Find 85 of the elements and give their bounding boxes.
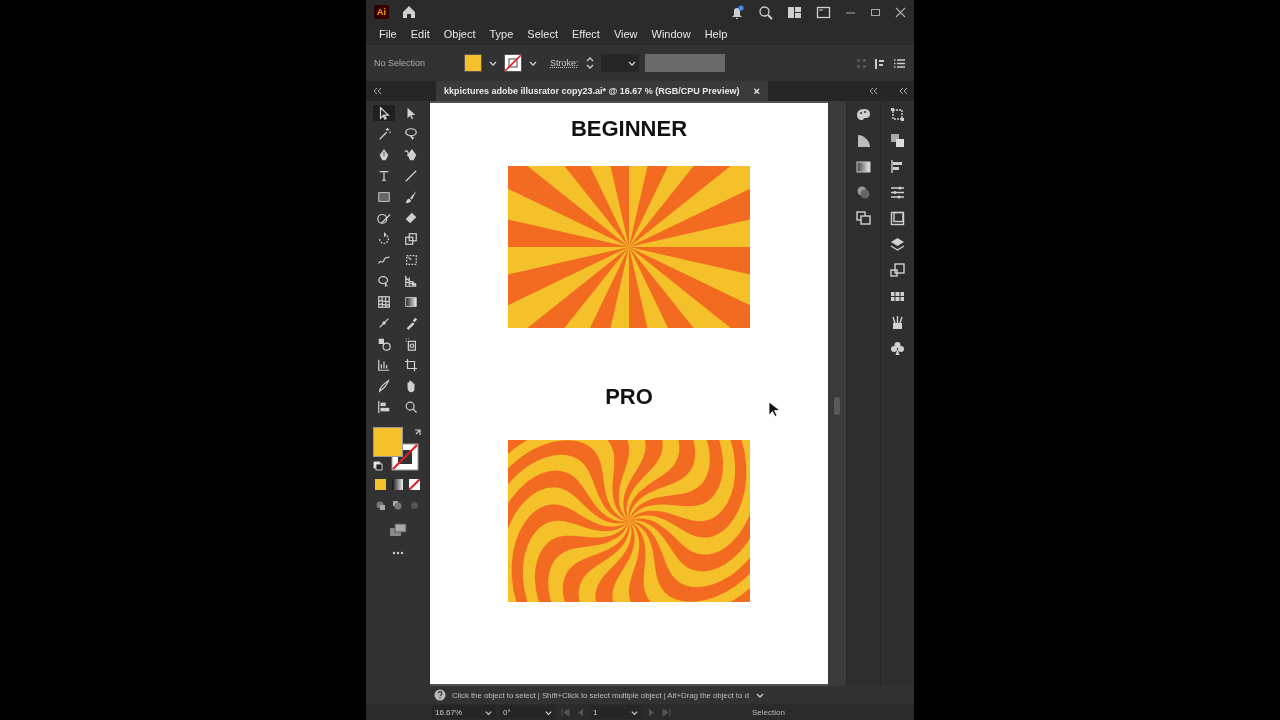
eyedropper-icon[interactable] [404, 316, 418, 330]
mouse-cursor-icon [768, 401, 781, 418]
rectangle-icon[interactable] [377, 190, 391, 204]
scrollbar-thumb[interactable] [834, 397, 840, 415]
gradient-icon[interactable] [404, 295, 418, 309]
menu-item[interactable]: File [372, 28, 404, 40]
club-icon[interactable] [890, 341, 905, 356]
zoom-icon[interactable] [404, 400, 418, 414]
close-icon[interactable] [895, 6, 906, 18]
artboard-heading: BEGINNER [570, 115, 688, 143]
menu-item[interactable]: Type [482, 28, 521, 40]
collapse-icon[interactable] [372, 86, 382, 96]
workspace-icon[interactable] [787, 4, 802, 20]
collapse-icon[interactable] [898, 86, 908, 96]
curvature-pen-icon[interactable] [404, 148, 418, 162]
menu-item[interactable]: Effect [564, 28, 607, 40]
align-options-icon[interactable] [874, 56, 887, 70]
arrow-icon[interactable] [377, 106, 391, 120]
color-button[interactable] [375, 479, 386, 490]
blend-icon[interactable] [377, 337, 391, 351]
default-colors-icon[interactable] [372, 461, 383, 471]
stroke-weight-field[interactable] [600, 54, 639, 72]
artboard-icon[interactable] [404, 358, 418, 372]
free-transform-icon[interactable] [404, 253, 418, 267]
current-tool-name: Selection [752, 707, 785, 717]
menu-item[interactable]: Select [520, 28, 565, 40]
app-logo: Ai [374, 5, 389, 19]
zoom-field[interactable]: 16.67% [432, 705, 496, 719]
menu-item[interactable]: View [606, 28, 645, 40]
gradient-panel-icon[interactable] [856, 159, 871, 174]
pathfinder-icon[interactable] [890, 133, 905, 148]
artboards-panel-icon[interactable] [856, 211, 871, 226]
bar-chart-icon[interactable] [377, 358, 391, 372]
stroke-label: Stroke: [550, 58, 579, 68]
shape-builder-icon[interactable] [377, 274, 391, 288]
menu-item[interactable]: Window [644, 28, 698, 40]
align-panel-icon[interactable] [890, 159, 905, 174]
stroke-swatch[interactable] [504, 54, 522, 72]
document-title: kkpictures adobe illusrator copy23.ai* @ 16.67 % (RGB/CPU Preview) [444, 86, 740, 96]
screen-mode-icon[interactable] [388, 523, 407, 537]
sliders-icon[interactable] [890, 185, 905, 200]
search-icon[interactable] [758, 4, 773, 20]
line-icon[interactable] [404, 169, 418, 183]
align-icon[interactable] [377, 400, 391, 414]
eraser-icon[interactable] [404, 211, 418, 225]
magic-wand-icon[interactable] [377, 127, 391, 141]
selection-status: No Selection [374, 58, 427, 68]
document-tab[interactable]: kkpictures adobe illusrator copy23.ai* @ 16.67 % (RGB/CPU Preview) × [436, 81, 768, 101]
mesh-icon[interactable] [377, 295, 391, 309]
help-icon[interactable] [434, 689, 446, 701]
perspective-grid-icon[interactable] [404, 274, 418, 288]
gradient-button[interactable] [392, 479, 403, 490]
draw-normal-icon[interactable] [375, 500, 386, 511]
transparency-icon[interactable] [856, 185, 871, 200]
none-button[interactable] [409, 479, 420, 490]
palette-icon[interactable] [856, 107, 871, 122]
tab-close[interactable]: × [753, 85, 760, 97]
collapse-icon[interactable] [868, 86, 878, 96]
artboard-number-field[interactable]: 1 [590, 705, 642, 719]
menu-item[interactable]: Help [697, 28, 735, 40]
type-icon[interactable] [377, 169, 391, 183]
lasso-icon[interactable] [404, 127, 418, 141]
maximize-icon[interactable] [870, 6, 881, 18]
draw-behind-icon[interactable] [392, 500, 403, 511]
menu-item[interactable]: Edit [403, 28, 437, 40]
swatches-icon[interactable] [890, 289, 905, 304]
menu-item[interactable]: Object [436, 28, 483, 40]
list-icon[interactable] [893, 56, 906, 70]
more-icon[interactable] [391, 551, 404, 555]
rotate-icon[interactable] [377, 232, 391, 246]
transform-icon[interactable] [890, 107, 905, 122]
pen-icon[interactable] [377, 148, 391, 162]
rotation-field[interactable]: 0° [500, 705, 556, 719]
paintbrush-icon[interactable] [404, 190, 418, 204]
brushes-icon[interactable] [890, 315, 905, 330]
panel-layout-icon[interactable] [816, 4, 831, 20]
spinner-icon[interactable] [584, 56, 595, 70]
fill-swatch[interactable] [464, 54, 482, 72]
fill-color-swatch[interactable] [372, 427, 403, 457]
status-hint: Click the object to select | Shift+Click to select multiple object | Alt+Drag the object to d [452, 690, 749, 700]
scale-icon[interactable] [404, 232, 418, 246]
home-icon[interactable] [401, 4, 417, 20]
layers-icon[interactable] [890, 237, 905, 252]
swap-arrow-icon[interactable] [412, 427, 423, 437]
artboard-heading: PRO [605, 383, 653, 411]
